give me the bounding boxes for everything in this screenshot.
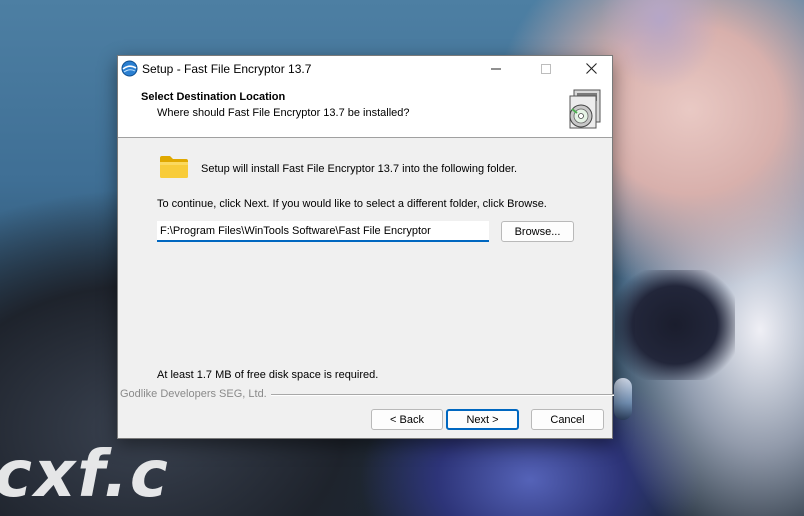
brand-label: Godlike Developers SEG, Ltd. <box>120 388 271 400</box>
watermark-text: cxf.c <box>0 438 170 512</box>
install-info-text: Setup will install Fast File Encryptor 1… <box>201 163 518 175</box>
close-icon <box>585 63 597 74</box>
back-button[interactable]: < Back <box>371 409 443 430</box>
browse-button[interactable]: Browse... <box>501 221 574 242</box>
wizard-header: Select Destination Location Where should… <box>118 81 612 138</box>
disk-space-text: At least 1.7 MB of free disk space is re… <box>157 369 379 381</box>
maximize-button <box>523 56 569 81</box>
background-hair <box>600 0 720 90</box>
title-bar[interactable]: Setup - Fast File Encryptor 13.7 <box>118 56 612 81</box>
destination-path-input[interactable] <box>157 221 489 242</box>
cancel-button[interactable]: Cancel <box>531 409 604 430</box>
setup-disc-icon <box>569 89 601 129</box>
next-button[interactable]: Next > <box>446 409 519 430</box>
minimize-icon <box>491 68 501 69</box>
maximize-icon <box>541 63 551 74</box>
close-button[interactable] <box>568 56 614 81</box>
minimize-button[interactable] <box>473 56 519 81</box>
background-collar <box>615 270 735 380</box>
brand-separator: Godlike Developers SEG, Ltd. <box>118 386 614 402</box>
setup-app-icon <box>121 60 138 77</box>
page-subtitle: Where should Fast File Encryptor 13.7 be… <box>157 107 410 119</box>
window-title: Setup - Fast File Encryptor 13.7 <box>142 62 312 76</box>
page-title: Select Destination Location <box>141 91 286 103</box>
setup-dialog: Setup - Fast File Encryptor 13.7 Select … <box>117 55 614 439</box>
background-jewel <box>614 378 632 420</box>
folder-icon <box>160 156 188 178</box>
separator-line <box>264 394 614 396</box>
instructions-text: To continue, click Next. If you would li… <box>157 198 547 210</box>
